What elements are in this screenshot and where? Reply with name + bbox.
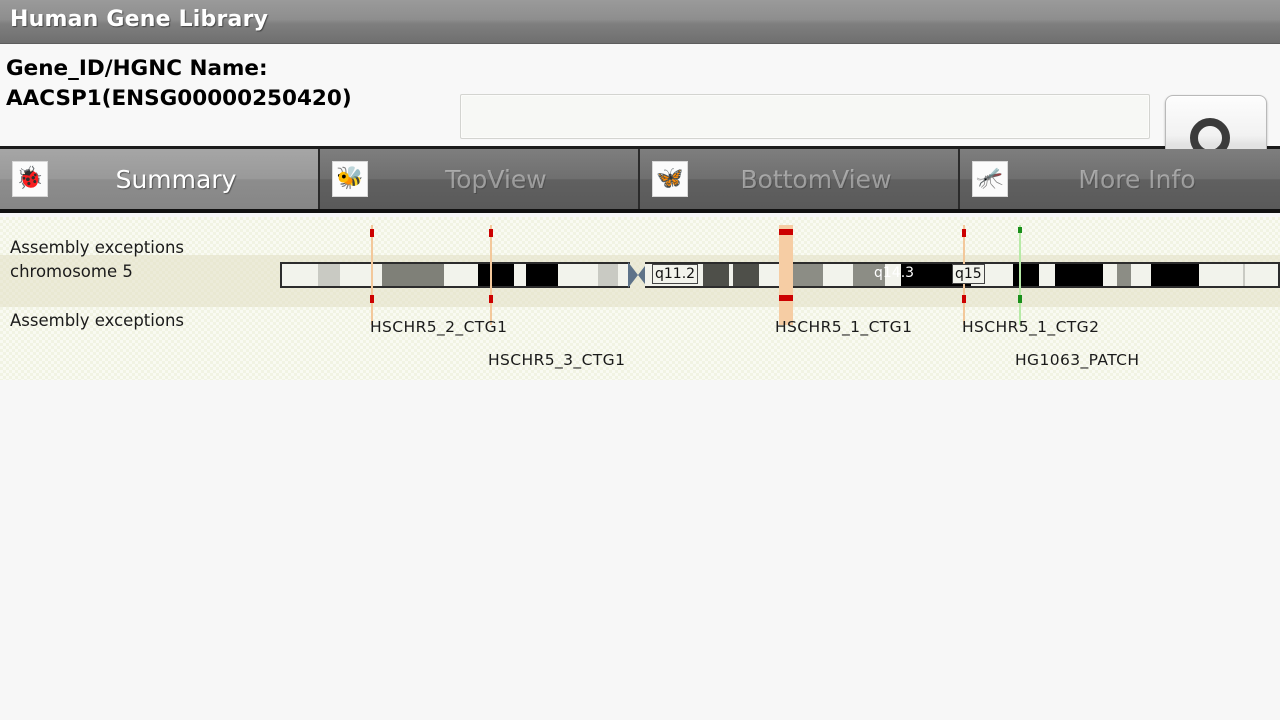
tab-summary-label: Summary — [115, 164, 237, 194]
marker-tick — [779, 229, 793, 235]
cytoband — [1151, 264, 1199, 286]
window-title: Human Gene Library — [10, 7, 269, 32]
content-area — [0, 380, 1280, 720]
dragonfly-icon: 🦟 — [972, 161, 1008, 197]
search-input[interactable] — [460, 94, 1150, 139]
marker-tick — [370, 229, 374, 237]
marker-label[interactable]: HSCHR5_1_CTG1 — [775, 318, 912, 336]
cytoband — [558, 264, 598, 286]
marker-guide-line — [779, 225, 793, 325]
cytoband — [1117, 264, 1131, 286]
ladybug-icon: 🐞 — [12, 161, 48, 197]
marker-label[interactable]: HSCHR5_1_CTG2 — [962, 318, 1099, 336]
cytoband — [1131, 264, 1151, 286]
cytoband — [318, 264, 340, 286]
tab-topview-label: TopView — [445, 164, 547, 194]
marker-guide-line — [371, 225, 373, 325]
cytoband — [514, 264, 526, 286]
chromosome-p-arm — [280, 262, 630, 288]
marker-guide-line — [490, 225, 492, 325]
window-title-bar: Human Gene Library — [0, 0, 1280, 44]
gene-id-label: Gene_ID/HGNC Name: AACSP1(ENSG0000025042… — [6, 54, 451, 114]
cytoband — [1055, 264, 1103, 286]
track-label-assembly-exceptions-chromosome: Assembly exceptions chromosome 5 — [10, 238, 185, 281]
marker-tick — [779, 295, 793, 301]
cytoband — [733, 264, 759, 286]
cytoband — [478, 264, 514, 286]
marker-label[interactable]: HSCHR5_2_CTG1 — [370, 318, 507, 336]
cytoband-label: q11.2 — [652, 264, 699, 284]
marker-tick — [962, 295, 966, 303]
marker-tick — [1018, 295, 1022, 303]
marker-tick — [370, 295, 374, 303]
tab-bar: 🐞 Summary 🐝 TopView 🦋 BottomView 🦟 More … — [0, 149, 1280, 213]
cytoband — [1013, 264, 1039, 286]
cytoband — [340, 264, 382, 286]
tab-bottomview[interactable]: 🦋 BottomView — [640, 149, 960, 209]
cytoband-label: q15 — [952, 264, 985, 284]
cytoband — [1039, 264, 1055, 286]
cytoband — [598, 264, 618, 286]
marker-guide-line — [1019, 225, 1021, 325]
tab-more-info[interactable]: 🦟 More Info — [960, 149, 1280, 209]
tab-topview[interactable]: 🐝 TopView — [320, 149, 640, 209]
marker-label[interactable]: HG1063_PATCH — [1015, 351, 1139, 369]
gene-label-line1: Gene_ID/HGNC Name: — [6, 56, 268, 81]
marker-label[interactable]: HSCHR5_3_CTG1 — [488, 351, 625, 369]
cytoband — [1243, 264, 1245, 286]
karyotype-panel: Assembly exceptions chromosome 5 Assembl… — [0, 217, 1280, 380]
cytoband — [823, 264, 853, 286]
cytoband — [1199, 264, 1243, 286]
gene-label-line2: AACSP1(ENSG00000250420) — [6, 86, 352, 111]
centromere-left — [628, 262, 638, 288]
tab-bottomview-label: BottomView — [740, 164, 892, 194]
tab-more-info-label: More Info — [1078, 164, 1196, 194]
cytoband — [791, 264, 823, 286]
cytoband — [1103, 264, 1117, 286]
marker-tick — [962, 229, 966, 237]
bee-icon: 🐝 — [332, 161, 368, 197]
butterfly-icon: 🦋 — [652, 161, 688, 197]
track-label-assembly-exceptions: Assembly exceptions — [10, 311, 185, 330]
cytoband — [444, 264, 478, 286]
marker-tick — [489, 229, 493, 237]
cytoband-label: q14.3 — [874, 265, 915, 281]
cytoband — [703, 264, 729, 286]
cytoband — [526, 264, 558, 286]
search-header: Gene_ID/HGNC Name: AACSP1(ENSG0000025042… — [0, 44, 1280, 185]
marker-tick — [1018, 227, 1022, 233]
marker-tick — [489, 295, 493, 303]
cytoband — [282, 264, 318, 286]
tab-summary[interactable]: 🐞 Summary — [0, 149, 320, 209]
cytoband — [382, 264, 444, 286]
